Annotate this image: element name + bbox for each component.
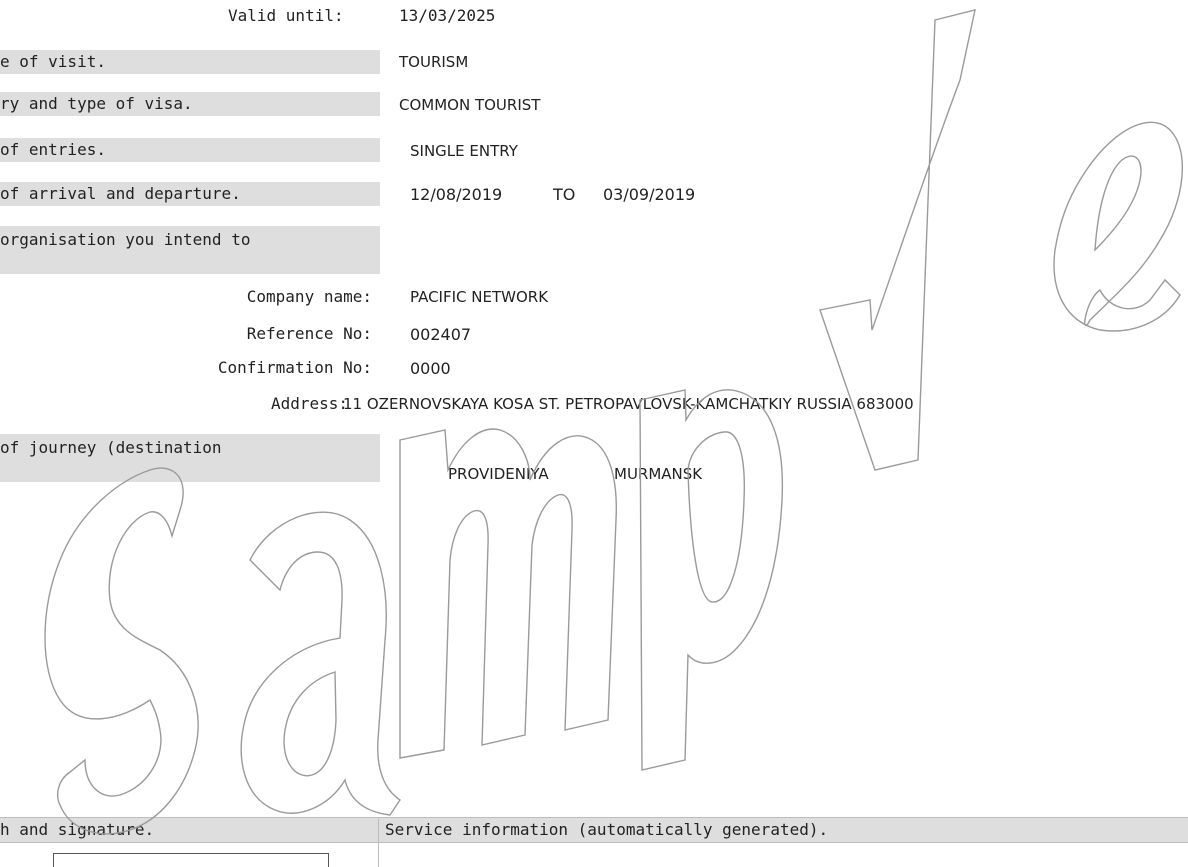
organisation-label-band: organisation you intend to [0, 226, 380, 274]
purpose-label: e of visit. [0, 52, 106, 71]
service-info-header: Service information (automatically gener… [379, 818, 1188, 843]
dates-label-band: of arrival and departure. [0, 182, 380, 206]
address-value: 11 OZERNOVSKAYA KOSA ST. PETROPAVLOVSK-K… [343, 395, 914, 413]
category-label-band: ry and type of visa. [0, 92, 380, 116]
service-info-header-text: Service information (automatically gener… [385, 820, 829, 839]
category-label: ry and type of visa. [0, 94, 193, 113]
address-label: Address: [271, 394, 349, 413]
reference-no-label: Reference No: [246, 324, 372, 343]
reference-no-value: 002407 [410, 325, 472, 344]
dates-label: of arrival and departure. [0, 184, 241, 203]
journey-destination: PROVIDENIYA [448, 465, 549, 483]
visa-form-page: Valid until: 13/03/2025 e of visit. TOUR… [0, 0, 1188, 867]
purpose-value: TOURISM [399, 53, 469, 71]
category-value: COMMON TOURIST [399, 96, 541, 114]
company-name-label: Company name: [246, 287, 372, 306]
journey-label-band: of journey (destination [0, 434, 380, 482]
bottom-section: h and signature. Service information (au… [0, 817, 1188, 867]
entries-value: SINGLE ENTRY [410, 142, 518, 160]
valid-until-value: 13/03/2025 [399, 6, 496, 25]
watermark-letter-s [44, 467, 199, 835]
confirmation-no-value: 0000 [410, 359, 451, 378]
arrival-date: 12/08/2019 [410, 185, 503, 204]
entries-label: of entries. [0, 140, 106, 159]
journey-destination: MURMANSK [614, 465, 703, 483]
dates-to-word: TO [553, 185, 576, 204]
photo-signature-header: h and signature. [0, 818, 378, 843]
sample-watermark-letters [44, 9, 1184, 835]
journey-label: of journey (destination [0, 438, 222, 457]
watermark-letter-p [639, 389, 784, 771]
departure-date: 03/09/2019 [603, 185, 696, 204]
photo-signature-header-text: h and signature. [0, 820, 155, 839]
confirmation-no-label: Confirmation No: [217, 358, 372, 377]
watermark-letter-a [240, 511, 401, 816]
purpose-label-band: e of visit. [0, 50, 380, 74]
organisation-label: organisation you intend to [0, 230, 251, 249]
entries-label-band: of entries. [0, 138, 380, 162]
signature-box [53, 853, 329, 867]
watermark-letter-e [1053, 121, 1184, 332]
company-name-value: PACIFIC NETWORK [410, 288, 549, 306]
valid-until-label: Valid until: [228, 6, 344, 25]
